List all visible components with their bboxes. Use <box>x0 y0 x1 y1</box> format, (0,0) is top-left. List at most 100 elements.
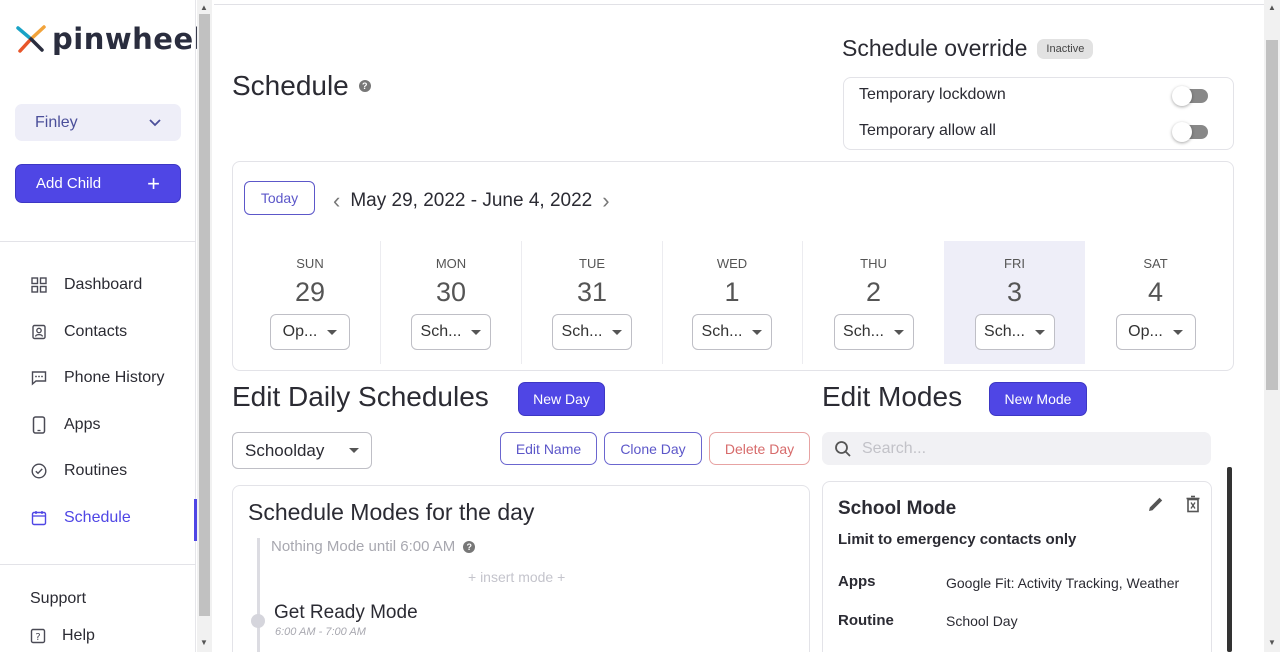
day-column-mon[interactable]: MON 30 Sch... <box>381 241 522 364</box>
scroll-up-icon[interactable]: ▲ <box>1268 3 1276 12</box>
timeline-line <box>257 538 260 652</box>
nothing-mode-label: Nothing Mode until 6:00 AM <box>271 538 456 555</box>
day-column-thu[interactable]: THU 2 Sch... <box>803 241 944 364</box>
day-column-wed[interactable]: WED 1 Sch... <box>662 241 803 364</box>
day-mode-value: Op... <box>282 323 318 340</box>
day-number: 30 <box>435 277 467 307</box>
sidebar-nav: Dashboard Contacts Phone History Apps Ro… <box>0 262 197 542</box>
scroll-down-icon[interactable]: ▼ <box>200 638 208 647</box>
day-mode-select[interactable]: Sch... <box>552 314 632 350</box>
temporary-allow-all-toggle[interactable] <box>1172 122 1208 142</box>
sidebar-item-schedule[interactable]: Schedule <box>0 495 197 542</box>
clone-day-button[interactable]: Clone Day <box>604 432 702 465</box>
day-mode-value: Sch... <box>561 323 603 340</box>
day-mode-value: Op... <box>1128 323 1163 340</box>
day-number: 29 <box>294 277 326 307</box>
sidebar-item-contacts[interactable]: Contacts <box>0 309 196 356</box>
allow-all-label: Temporary allow all <box>859 122 996 139</box>
mode-card-school: School Mode Limit to emergency contacts … <box>822 481 1212 652</box>
sidebar-divider <box>0 241 196 242</box>
phone-icon <box>30 416 48 434</box>
sidebar-divider <box>0 564 196 565</box>
day-mode-select[interactable]: Op... <box>1115 314 1196 350</box>
search-icon <box>835 440 851 457</box>
mode-entry-name[interactable]: Get Ready Mode <box>274 602 418 624</box>
day-column-fri[interactable]: FRI 3 Sch... <box>944 241 1085 364</box>
sidebar-scrollbar[interactable]: ▲ ▼ <box>197 0 212 652</box>
status-badge: Inactive <box>1037 38 1094 59</box>
daily-schedule-select[interactable]: Schoolday <box>232 432 372 469</box>
mode-entry-time: 6:00 AM - 7:00 AM <box>275 626 366 638</box>
help-tooltip-icon[interactable]: ? <box>358 80 371 92</box>
help-label: Help <box>62 627 95 644</box>
caret-down-icon <box>1034 329 1045 335</box>
add-child-button[interactable]: Add Child + <box>15 164 181 203</box>
caret-down-icon <box>752 329 763 335</box>
edit-modes-title: Edit Modes <box>822 381 963 412</box>
search-input[interactable] <box>862 439 1192 458</box>
temporary-lockdown-toggle[interactable] <box>1172 86 1208 106</box>
override-row-allow-all: Temporary allow all <box>859 122 996 140</box>
day-mode-value: Sch... <box>420 323 462 340</box>
daily-schedule-value: Schoolday <box>245 440 325 460</box>
child-selector[interactable]: Finley <box>15 104 181 141</box>
delete-trash-icon[interactable] <box>1183 494 1203 514</box>
day-number: 4 <box>1147 277 1164 307</box>
edit-name-button[interactable]: Edit Name <box>500 432 597 465</box>
day-number: 31 <box>576 277 608 307</box>
lockdown-label: Temporary lockdown <box>859 86 1006 103</box>
new-day-button[interactable]: New Day <box>518 382 605 416</box>
day-of-week: FRI <box>1004 256 1025 271</box>
insert-mode-link[interactable]: + insert mode + <box>468 569 565 585</box>
sidebar-item-label: Routines <box>64 462 128 480</box>
chevron-down-icon <box>149 118 161 126</box>
help-tooltip-icon[interactable]: ? <box>463 540 476 553</box>
override-row-lockdown: Temporary lockdown <box>859 86 1006 104</box>
sidebar-item-label: Dashboard <box>64 276 143 294</box>
mode-apps-value: Google Fit: Activity Tracking, Weather <box>946 575 1180 591</box>
mode-apps-label: Apps <box>838 573 876 590</box>
day-column-tue[interactable]: TUE 31 Sch... <box>522 241 663 364</box>
page-title-text: Schedule <box>232 70 349 101</box>
caret-down-icon <box>893 329 904 335</box>
day-column-sat[interactable]: SAT 4 Op... <box>1085 241 1226 364</box>
new-mode-button[interactable]: New Mode <box>989 382 1087 416</box>
page-scrollbar-thumb[interactable] <box>1266 40 1278 390</box>
chevron-left-icon[interactable]: ‹ <box>333 188 340 214</box>
today-button[interactable]: Today <box>244 181 315 215</box>
sidebar-item-routines[interactable]: Routines <box>0 448 196 495</box>
caret-down-icon <box>471 329 482 335</box>
mode-search[interactable] <box>822 432 1211 465</box>
day-column-sun[interactable]: SUN 29 Op... <box>240 241 381 364</box>
day-mode-value: Sch... <box>843 323 884 340</box>
support-link[interactable]: Support <box>30 590 86 608</box>
check-circle-icon <box>30 462 48 480</box>
page-scrollbar[interactable]: ▲ ▼ <box>1264 0 1280 652</box>
chevron-right-icon[interactable]: › <box>602 188 609 214</box>
day-mode-select[interactable]: Sch... <box>411 314 491 350</box>
day-of-week: THU <box>860 256 887 271</box>
day-mode-value: Sch... <box>984 323 1025 340</box>
sidebar-item-dashboard[interactable]: Dashboard <box>0 262 196 309</box>
schedule-override-title: Schedule override Inactive <box>842 35 1094 62</box>
caret-down-icon <box>327 329 338 335</box>
svg-text:?: ? <box>35 632 40 643</box>
sidebar-scrollbar-thumb[interactable] <box>199 14 210 616</box>
sidebar-item-phone-history[interactable]: Phone History <box>0 355 196 402</box>
day-mode-value: Sch... <box>701 323 743 340</box>
sidebar-item-apps[interactable]: Apps <box>0 402 196 449</box>
day-mode-select[interactable]: Sch... <box>974 314 1055 350</box>
sidebar-item-label: Apps <box>64 415 101 433</box>
schedule-modes-panel: Schedule Modes for the day Nothing Mode … <box>232 485 810 652</box>
help-link[interactable]: ? Help <box>30 627 95 645</box>
edit-pencil-icon[interactable] <box>1146 494 1166 514</box>
scroll-up-icon[interactable]: ▲ <box>200 3 208 12</box>
day-mode-select[interactable]: Op... <box>270 314 350 350</box>
delete-day-button[interactable]: Delete Day <box>709 432 810 465</box>
pinwheel-logo[interactable]: pinwheel <box>14 22 204 56</box>
scroll-down-icon[interactable]: ▼ <box>1268 638 1276 647</box>
day-mode-select[interactable]: Sch... <box>692 314 772 350</box>
day-mode-select[interactable]: Sch... <box>833 314 914 350</box>
sidebar: pinwheel Finley Add Child + Dashboard Co… <box>0 0 204 652</box>
modes-list-scrollbar[interactable] <box>1227 467 1232 652</box>
